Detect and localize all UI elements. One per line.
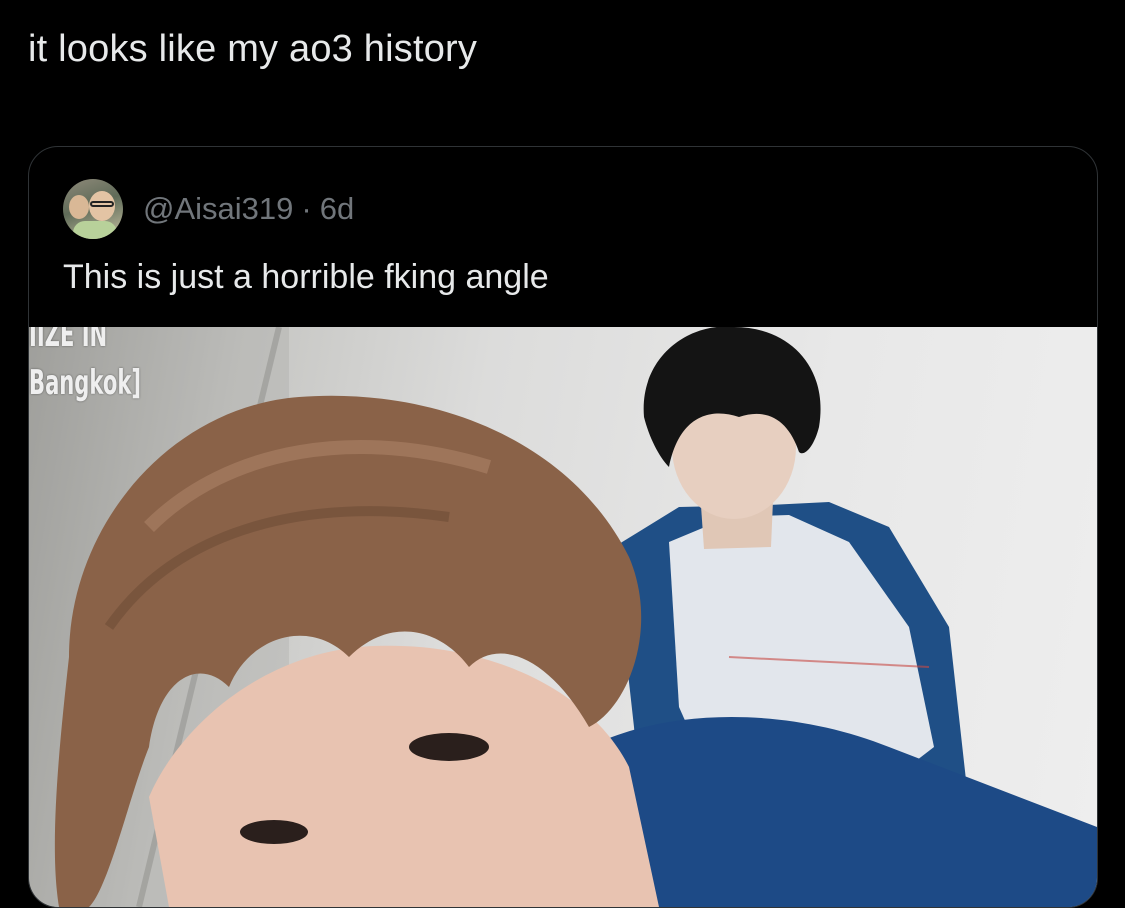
separator-dot: ·: [301, 191, 312, 226]
quoted-tweet-header: @Aisai319 · 6d: [63, 179, 354, 239]
avatar[interactable]: [63, 179, 123, 239]
photo-watermark: Bangkok]: [29, 363, 141, 403]
author-line: @Aisai319 · 6d: [143, 191, 354, 227]
photo-illustration: [29, 327, 1097, 907]
tweet-media-photo[interactable]: IIZE IN Bangkok]: [29, 327, 1097, 907]
author-handle[interactable]: @Aisai319: [143, 191, 293, 227]
photo-watermark-top: IIZE IN: [29, 327, 108, 355]
timestamp[interactable]: 6d: [320, 191, 354, 227]
quoted-tweet-text: This is just a horrible fking angle: [63, 258, 549, 296]
quoted-tweet-card[interactable]: @Aisai319 · 6d This is just a horrible f…: [28, 146, 1098, 908]
tweet-text: it looks like my ao3 history: [28, 28, 478, 70]
